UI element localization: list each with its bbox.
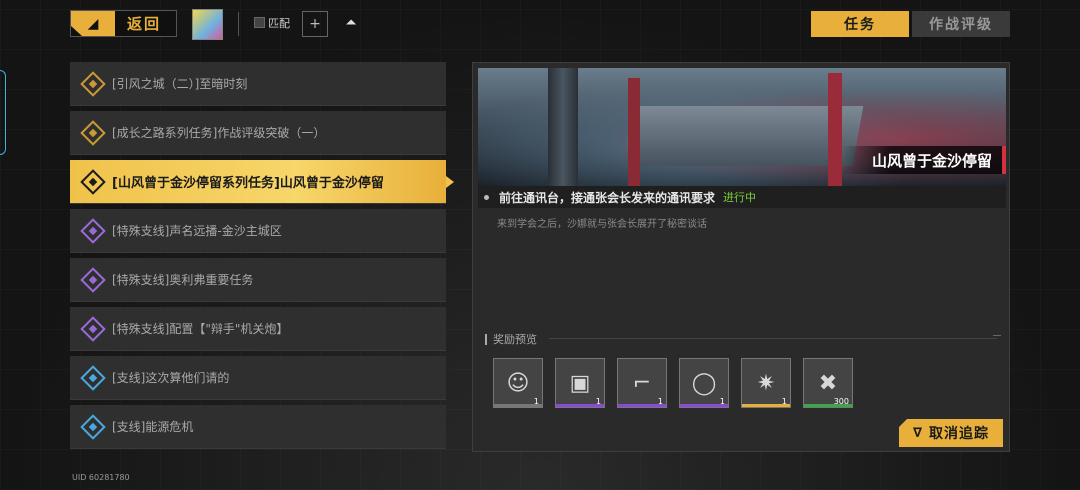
boot-item-icon[interactable]: ⌐ 1 [617,358,667,408]
quest-list: [引风之城（二）]至暗时刻 [成长之路系列任务]作战评级突破（一） [山风曾于金… [70,62,454,454]
match-checkbox[interactable] [254,17,265,28]
quest-item[interactable]: [特殊支线]声名远播-金沙主城区 [70,209,446,253]
back-label: 返回 [127,15,162,33]
tracking-pin-icon: ∇ [912,425,924,441]
divider [549,338,997,339]
rank-up-icon[interactable]: ⏶ [344,14,358,32]
quest-description: 来到学会之后，沙娜就与张会长展开了秘密谈话 [497,219,707,230]
bracelet-item-icon[interactable]: ◯ 1 [679,358,729,408]
star-badge-icon[interactable]: ✷ 1 [741,358,791,408]
quest-label: [山风曾于金沙停留系列任务]山风曾于金沙停留 [112,176,384,191]
reward-preview-title: 奖励预览 [485,331,537,347]
match-label: 匹配 [268,17,290,30]
objective-text: 前往通讯台，接通张会长发来的通讯要求 [499,190,716,205]
reward-glyph: ✖ [818,370,838,396]
quest-item[interactable]: [成长之路系列任务]作战评级突破（一） [70,111,446,155]
quest-label: [支线]这次算他们请的 [112,371,230,385]
reward-glyph: ◯ [691,370,717,396]
back-button[interactable]: ◢ 返回 [70,10,177,37]
reward-count: 1 [781,397,787,406]
top-bar: ◢ 返回 匹配 + ⏶ 任务 作战评级 [0,0,1080,50]
cancel-tracking-button[interactable]: ∇ 取消追踪 [899,419,1003,447]
bullet-icon [484,194,489,200]
reward-glyph: ⌐ [632,370,652,396]
reward-list: ☺ 1 ▣ 1 ⌐ 1 ◯ 1 ✷ 1 ✖ 300 [493,358,853,408]
main-quest-icon [80,168,106,195]
reward-count: 300 [833,397,849,406]
special-quest-icon [80,315,106,342]
quest-item-selected[interactable]: [山风曾于金沙停留系列任务]山风曾于金沙停留 [70,160,454,204]
quest-label: [引风之城（二）]至暗时刻 [112,77,248,91]
quest-label: [成长之路系列任务]作战评级突破（一） [112,126,326,140]
quest-label: [特殊支线]声名远播-金沙主城区 [112,224,282,238]
avatar[interactable] [192,9,223,40]
divider [238,12,239,36]
special-quest-icon [80,217,106,244]
side-quest-icon [80,364,106,391]
back-arrow-icon: ◢ [71,11,115,36]
character-portrait-icon[interactable]: ☺ 1 [493,358,543,408]
quest-label: [特殊支线]配置【"辩手"机关炮】 [112,322,289,336]
reward-count: 1 [595,397,601,406]
reward-glyph: ☺ [506,370,530,396]
quest-banner-image: 山风曾于金沙停留 [478,68,1006,186]
reward-count: 1 [719,397,725,406]
status-badge: 进行中 [723,191,757,204]
reward-glyph: ▣ [569,370,591,396]
reward-count: 1 [657,397,663,406]
cancel-tracking-label: 取消追踪 [929,426,990,442]
side-quest-icon [80,413,106,440]
reward-count: 1 [533,397,539,406]
side-drawer-handle[interactable] [0,70,6,155]
scroll-indicator-icon [993,335,1001,339]
main-quest-icon [80,70,106,97]
user-id: UID 60281780 [72,473,130,482]
quest-detail-panel: 山风曾于金沙停留 前往通讯台，接通张会长发来的通讯要求 进行中 来到学会之后，沙… [472,62,1010,452]
quest-label: [特殊支线]奥利弗重要任务 [112,273,254,287]
quest-item[interactable]: [支线]这次算他们请的 [70,356,446,400]
quest-item[interactable]: [引风之城（二）]至暗时刻 [70,62,446,106]
quest-item[interactable]: [特殊支线]配置【"辩手"机关炮】 [70,307,446,351]
main-quest-icon [80,119,106,146]
quest-item[interactable]: [特殊支线]奥利弗重要任务 [70,258,446,302]
objective-row: 前往通讯台，接通张会长发来的通讯要求 进行中 [478,186,1006,208]
tab-combat-rating[interactable]: 作战评级 [912,11,1010,37]
quest-banner-title: 山风曾于金沙停留 [841,146,1006,174]
quest-label: [支线]能源危机 [112,420,194,434]
add-button[interactable]: + [302,11,328,37]
reward-glyph: ✷ [756,370,776,396]
tab-tasks[interactable]: 任务 [811,11,909,37]
device-item-icon[interactable]: ▣ 1 [555,358,605,408]
special-quest-icon [80,266,106,293]
quest-item[interactable]: [支线]能源危机 [70,405,446,449]
exp-chip-icon[interactable]: ✖ 300 [803,358,853,408]
